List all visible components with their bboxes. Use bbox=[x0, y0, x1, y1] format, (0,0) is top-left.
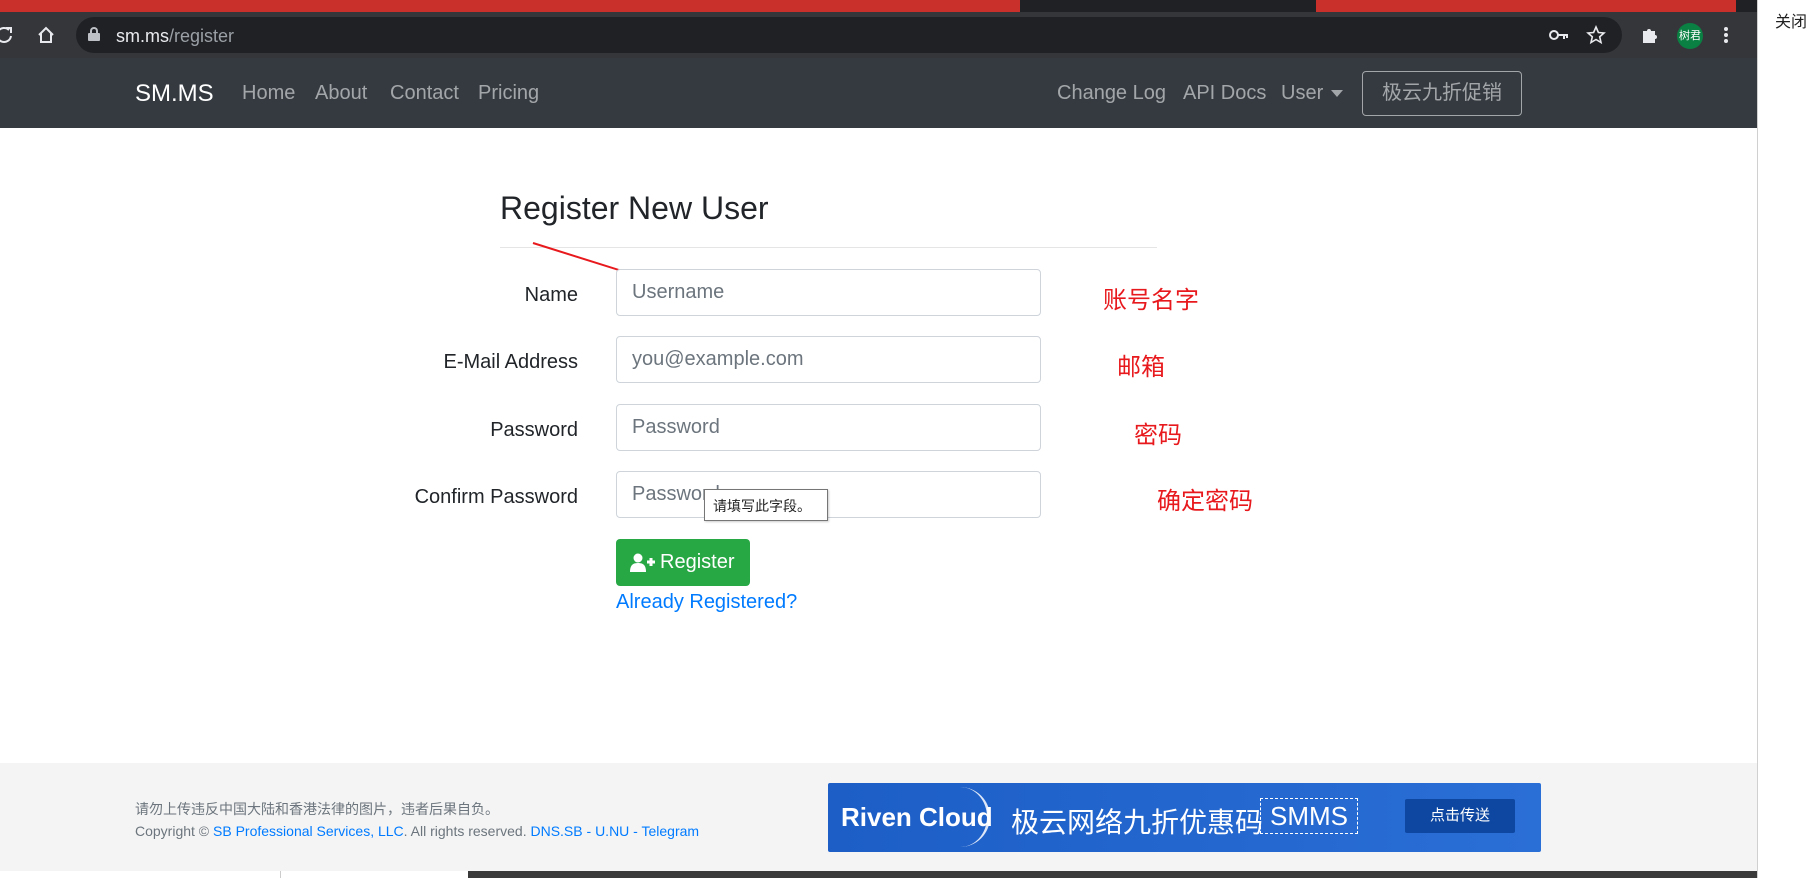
browser-tab-strip bbox=[0, 0, 1757, 12]
separator: - bbox=[582, 823, 596, 839]
footer-notice: 请勿上传违反中国大陆和香港法律的图片，违者后果自负。 bbox=[135, 801, 499, 817]
annotation-password: 密码 bbox=[1134, 422, 1182, 449]
bookmark-star-icon[interactable] bbox=[1586, 25, 1606, 45]
page-title: Register New User bbox=[500, 190, 769, 226]
register-button[interactable]: Register bbox=[616, 539, 750, 586]
promo-button[interactable]: 极云九折促销 bbox=[1362, 71, 1522, 116]
email-input[interactable] bbox=[616, 336, 1041, 383]
browser-tab-active[interactable] bbox=[1032, 0, 1302, 12]
already-registered-link[interactable]: Already Registered? bbox=[616, 591, 797, 614]
nav-pricing[interactable]: Pricing bbox=[478, 82, 539, 105]
unu-link[interactable]: U.NU bbox=[595, 823, 629, 839]
brand-logo[interactable]: SM.MS bbox=[135, 80, 214, 108]
annotation-confirm-password: 确定密码 bbox=[1157, 488, 1253, 515]
nav-user-dropdown[interactable]: User bbox=[1281, 82, 1344, 105]
browser-tab[interactable] bbox=[1316, 0, 1736, 12]
banner-go-button[interactable]: 点击传送 bbox=[1405, 799, 1515, 833]
username-input[interactable] bbox=[616, 269, 1041, 316]
url-text[interactable]: sm.ms/register bbox=[116, 26, 234, 47]
site-footer: 请勿上传违反中国大陆和香港法律的图片，违者后果自负。 Copyright © S… bbox=[0, 763, 1757, 871]
close-label[interactable]: 关闭 bbox=[1775, 8, 1807, 32]
site-navbar: SM.MS Home About Contact Pricing Change … bbox=[0, 58, 1757, 128]
banner-arc bbox=[960, 787, 990, 847]
footer-copyright: Copyright © SB Professional Services, LL… bbox=[135, 823, 699, 839]
lock-icon bbox=[88, 27, 100, 41]
nav-contact[interactable]: Contact bbox=[390, 82, 459, 105]
nav-home[interactable]: Home bbox=[242, 82, 295, 105]
register-label: Register bbox=[660, 551, 735, 573]
nav-change-log[interactable]: Change Log bbox=[1057, 82, 1166, 105]
side-panel bbox=[1757, 0, 1807, 878]
telegram-link[interactable]: Telegram bbox=[642, 823, 700, 839]
nav-api-docs[interactable]: API Docs bbox=[1183, 82, 1266, 105]
dns-sb-link[interactable]: DNS.SB bbox=[530, 823, 582, 839]
name-label: Name bbox=[524, 284, 578, 306]
validation-tooltip: 请填写此字段。 bbox=[704, 489, 828, 521]
banner-text: 极云网络九折优惠码 bbox=[1011, 807, 1264, 838]
user-menu-label: User bbox=[1281, 82, 1324, 104]
reload-icon[interactable] bbox=[0, 25, 14, 45]
promo-banner[interactable]: Riven Cloud 极云网络九折优惠码 SMMS 点击传送 bbox=[828, 783, 1541, 852]
browser-tab[interactable] bbox=[0, 0, 1020, 12]
home-icon[interactable] bbox=[36, 25, 56, 45]
copyright-prefix: Copyright © bbox=[135, 823, 210, 839]
profile-avatar[interactable]: 树君 bbox=[1677, 23, 1703, 49]
separator: - bbox=[629, 823, 642, 839]
user-plus-icon bbox=[630, 553, 655, 572]
extensions-icon[interactable] bbox=[1639, 25, 1659, 45]
confirm-password-label: Confirm Password bbox=[414, 486, 578, 508]
rights-text: . All rights reserved. bbox=[403, 823, 527, 839]
annotation-email: 邮箱 bbox=[1117, 354, 1165, 381]
key-icon[interactable] bbox=[1548, 26, 1570, 44]
password-input[interactable] bbox=[616, 404, 1041, 451]
browser-toolbar: sm.ms/register 树君 bbox=[0, 12, 1757, 58]
taskbar-area bbox=[0, 871, 281, 878]
nav-about[interactable]: About bbox=[315, 82, 367, 105]
password-label: Password bbox=[490, 419, 578, 441]
caret-down-icon bbox=[1331, 90, 1344, 98]
coupon-code: SMMS bbox=[1260, 798, 1358, 834]
more-menu-icon[interactable] bbox=[1722, 25, 1730, 45]
address-bar[interactable]: sm.ms/register bbox=[76, 17, 1622, 53]
taskbar-area bbox=[468, 871, 1757, 878]
company-link[interactable]: SB Professional Services, LLC bbox=[213, 823, 404, 839]
annotation-username: 账号名字 bbox=[1103, 287, 1199, 314]
confirm-password-input[interactable] bbox=[616, 471, 1041, 518]
email-label: E-Mail Address bbox=[443, 351, 579, 373]
